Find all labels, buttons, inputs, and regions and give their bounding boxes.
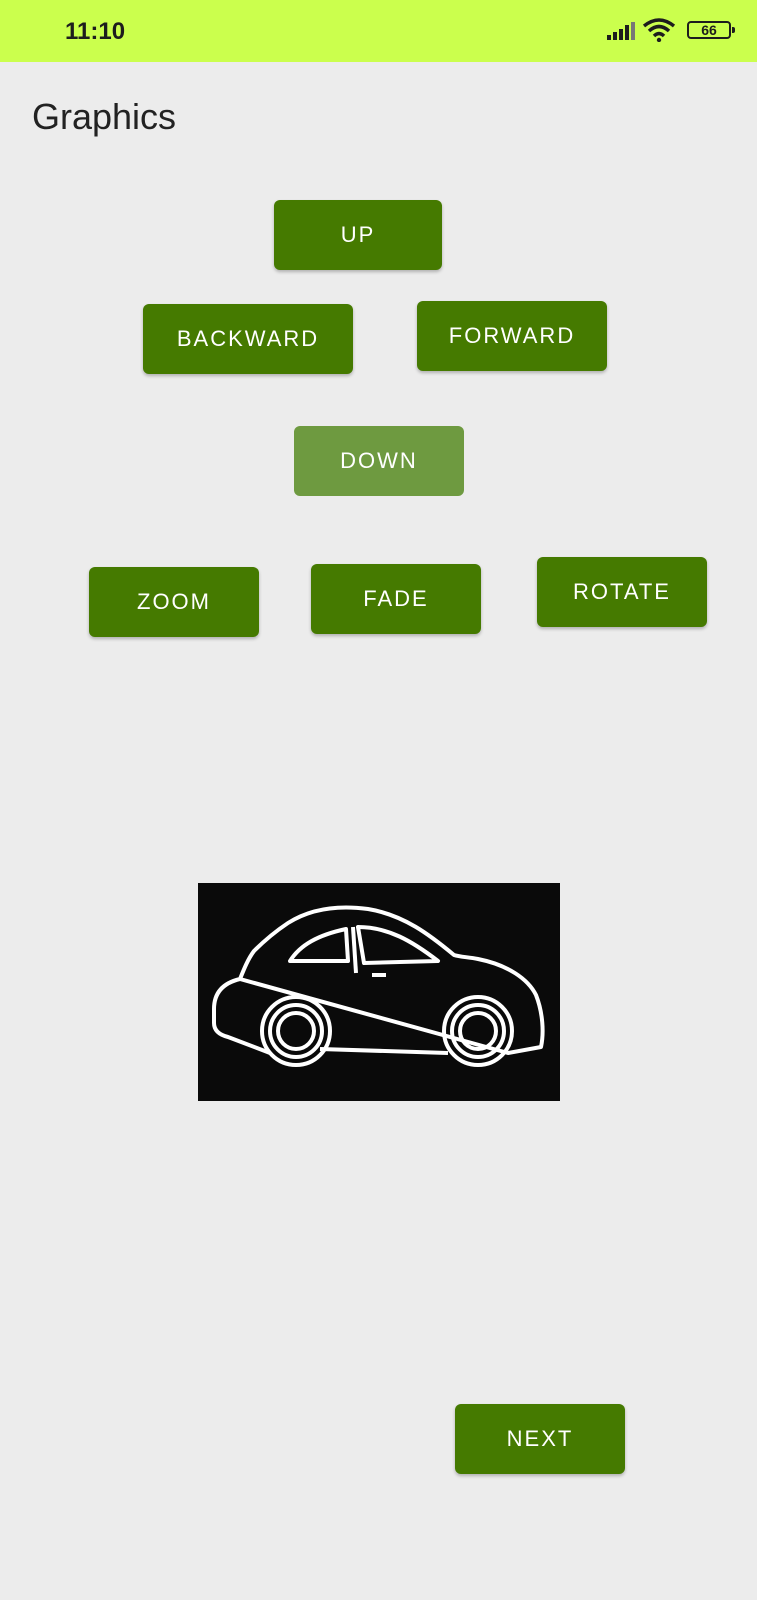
wifi-icon [642, 18, 676, 42]
rotate-button[interactable]: ROTATE [537, 557, 707, 627]
fade-button[interactable]: FADE [311, 564, 481, 634]
battery-icon: 66 [687, 21, 735, 39]
car-icon [212, 905, 545, 1067]
status-time: 11:10 [65, 18, 126, 45]
next-button[interactable]: NEXT [455, 1404, 625, 1474]
backward-button[interactable]: BACKWARD [143, 304, 353, 374]
down-button[interactable]: DOWN [294, 426, 464, 496]
zoom-button[interactable]: ZOOM [89, 567, 259, 637]
page-title: Graphics [32, 96, 177, 137]
up-button[interactable]: UP [274, 200, 442, 270]
status-bar: 11:10 66 [0, 0, 757, 62]
signal-icon [607, 22, 635, 40]
forward-button[interactable]: FORWARD [417, 301, 607, 371]
car-image [198, 883, 560, 1101]
